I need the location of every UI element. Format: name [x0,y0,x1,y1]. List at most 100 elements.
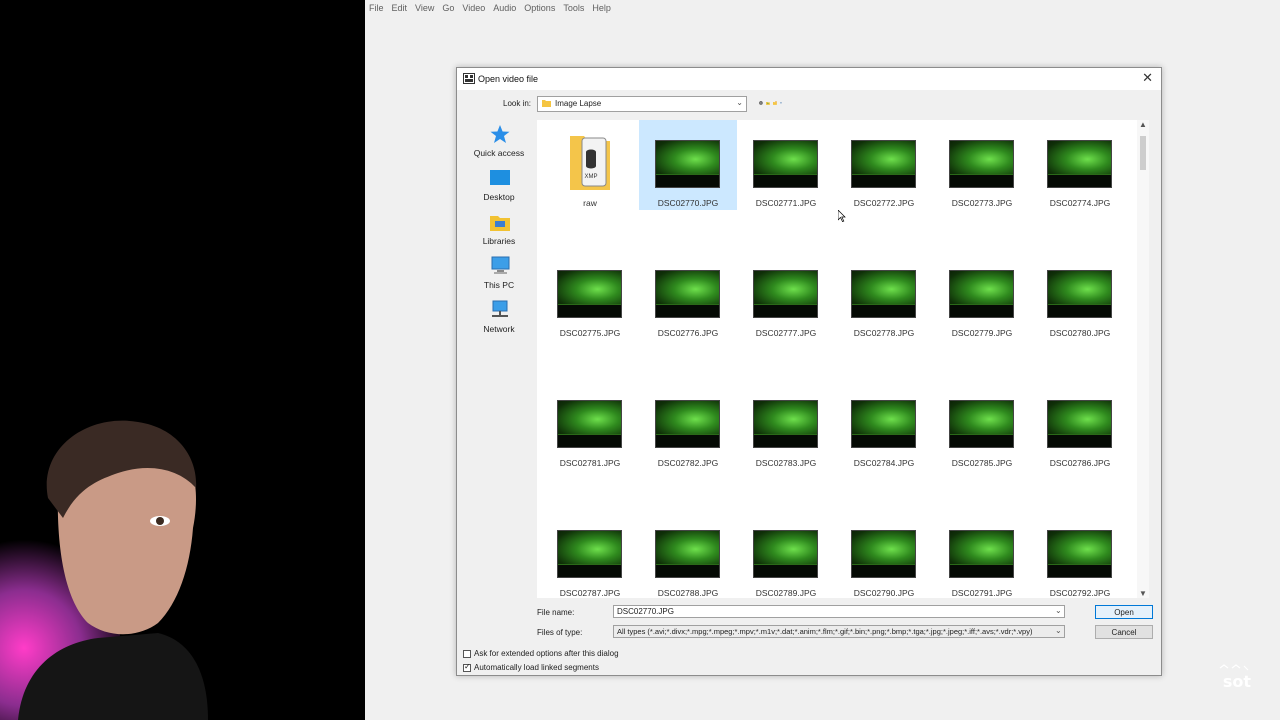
menubar: File Edit View Go Video Audio Options To… [365,0,1280,16]
file-item[interactable]: DSC02777.JPG [737,250,835,340]
new-folder-icon[interactable] [772,101,777,105]
menu-help[interactable]: Help [588,0,615,16]
place-label: Desktop [483,192,515,202]
close-icon[interactable]: ✕ [1142,71,1153,85]
file-list[interactable]: XMP raw DSC02770.JPG DSC02771.JPG DSC027… [537,120,1149,598]
dialog-title: Open video file [478,74,539,84]
file-name: DSC02772.JPG [853,198,915,208]
menu-video[interactable]: Video [458,0,489,16]
file-name: DSC02776.JPG [657,328,719,338]
open-video-dialog: Open video file ✕ Look in: Image Lapse ⌄… [456,67,1162,676]
menu-file[interactable]: File [365,0,388,16]
open-button[interactable]: Open [1095,605,1153,619]
file-item[interactable]: DSC02778.JPG [835,250,933,340]
place-label: Quick access [473,148,525,158]
file-item[interactable]: DSC02786.JPG [1031,380,1129,470]
webcam-overlay [0,0,365,720]
thumbnail [851,270,916,318]
folder-item[interactable]: XMP raw [541,120,639,210]
app-icon [463,73,475,84]
file-name: DSC02770.JPG [657,198,719,208]
computer-icon [491,256,510,274]
file-item[interactable]: DSC02792.JPG [1031,510,1129,598]
place-quick-access[interactable]: Quick access [463,122,535,166]
thumbnail [557,270,622,318]
folder-icon [542,100,551,107]
file-item[interactable]: DSC02783.JPG [737,380,835,470]
checkbox-box[interactable] [463,662,471,672]
file-item[interactable]: DSC02770.JPG [639,120,737,210]
thumbnail [753,270,818,318]
extended-options-checkbox[interactable]: Ask for extended options after this dial… [463,649,619,658]
up-folder-icon[interactable] [765,101,770,105]
files-of-type-label: Files of type: [537,628,583,637]
file-item[interactable]: DSC02771.JPG [737,120,835,210]
dialog-toolbar [759,96,782,110]
thumbnail [753,140,818,188]
thumbnail [753,400,818,448]
chevron-down-icon[interactable]: ⌄ [1055,626,1062,635]
svg-text:XMP: XMP [584,174,597,180]
menu-options[interactable]: Options [520,0,559,16]
file-item[interactable]: DSC02787.JPG [541,510,639,598]
file-item[interactable]: DSC02784.JPG [835,380,933,470]
dialog-titlebar[interactable]: Open video file ✕ [457,68,1161,90]
file-name: DSC02787.JPG [559,588,621,598]
file-name: DSC02778.JPG [853,328,915,338]
file-item[interactable]: DSC02776.JPG [639,250,737,340]
load-linked-segments-checkbox[interactable]: Automatically load linked segments [463,662,599,672]
files-of-type-dropdown[interactable]: All types (*.avi;*.divx;*.mpg;*.mpeg;*.m… [613,625,1065,638]
file-item[interactable]: DSC02790.JPG [835,510,933,598]
look-in-label: Look in: [503,99,532,108]
file-item[interactable]: DSC02791.JPG [933,510,1031,598]
file-name-input[interactable] [613,605,1065,618]
menu-edit[interactable]: Edit [388,0,412,16]
scroll-up-icon[interactable]: ▲ [1139,120,1147,129]
file-item[interactable]: DSC02782.JPG [639,380,737,470]
file-name: DSC02783.JPG [755,458,817,468]
thumbnail [851,530,916,578]
file-item[interactable]: DSC02785.JPG [933,380,1031,470]
menu-view[interactable]: View [411,0,438,16]
place-network[interactable]: Network [463,298,535,342]
checkbox-box[interactable] [463,649,471,658]
place-label: This PC [483,280,515,290]
file-name: DSC02788.JPG [657,588,719,598]
file-item[interactable]: DSC02779.JPG [933,250,1031,340]
places-bar: Quick access Desktop Libraries This PC N… [463,120,535,336]
look-in-dropdown[interactable]: Image Lapse ⌄ [537,96,747,112]
menu-tools[interactable]: Tools [559,0,588,16]
thumbnail [557,530,622,578]
file-item[interactable]: DSC02775.JPG [541,250,639,340]
file-item[interactable]: DSC02774.JPG [1031,120,1129,210]
file-item[interactable]: DSC02772.JPG [835,120,933,210]
file-item[interactable]: DSC02788.JPG [639,510,737,598]
place-label: Network [483,324,515,334]
file-item[interactable]: DSC02773.JPG [933,120,1031,210]
place-libraries[interactable]: Libraries [463,210,535,254]
file-name: DSC02790.JPG [853,588,915,598]
place-this-pc[interactable]: This PC [463,254,535,298]
checkbox-label: Automatically load linked segments [474,663,599,672]
file-name: DSC02792.JPG [1049,588,1111,598]
file-name: DSC02784.JPG [853,458,915,468]
place-desktop[interactable]: Desktop [463,166,535,210]
scroll-thumb[interactable] [1140,136,1146,170]
checkbox-label: Ask for extended options after this dial… [474,649,619,658]
file-item[interactable]: DSC02780.JPG [1031,250,1129,340]
view-menu-icon[interactable] [779,102,782,104]
file-item[interactable]: DSC02789.JPG [737,510,835,598]
file-item[interactable]: DSC02781.JPG [541,380,639,470]
thumbnail [1047,140,1112,188]
scroll-down-icon[interactable]: ▼ [1139,589,1147,598]
place-label: Libraries [482,236,516,246]
menu-audio[interactable]: Audio [489,0,520,16]
back-icon[interactable] [759,101,763,105]
file-name: DSC02791.JPG [951,588,1013,598]
vertical-scrollbar[interactable]: ▲ ▼ [1137,120,1149,598]
menu-go[interactable]: Go [438,0,458,16]
network-icon [492,300,508,317]
chevron-down-icon[interactable]: ⌄ [1055,606,1062,615]
cancel-button[interactable]: Cancel [1095,625,1153,639]
file-name: DSC02773.JPG [951,198,1013,208]
